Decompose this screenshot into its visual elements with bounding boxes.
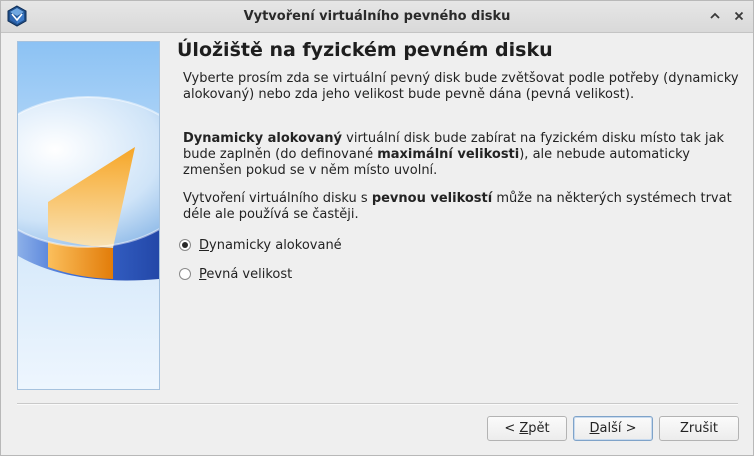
radio-fixed-size[interactable]: Pevná velikost: [179, 265, 292, 283]
radio-label: Dynamicky alokované: [199, 237, 342, 253]
title-bar[interactable]: Vytvoření virtuálního pevného disku: [1, 1, 753, 33]
fixed-description-paragraph: Vytvoření virtuálního disku s pevnou vel…: [183, 191, 743, 223]
cancel-button[interactable]: Zrušit: [659, 416, 739, 441]
intro-paragraph: Vyberte prosím zda se virtuální pevný di…: [183, 71, 739, 102]
radio-label: Pevná velikost: [199, 266, 293, 282]
page-title: Úložiště na fyzickém pevném disku: [177, 39, 553, 61]
radio-button[interactable]: [179, 268, 191, 280]
radio-button-selected[interactable]: [179, 239, 191, 251]
chevron-up-icon[interactable]: [707, 8, 723, 24]
radio-dynamically-allocated[interactable]: Dynamicky alokované: [179, 236, 342, 254]
hard-disk-illustration: [17, 41, 160, 390]
bold-max-size-term: maximální velikosti: [377, 147, 520, 162]
back-button[interactable]: < Zpět: [487, 416, 567, 441]
paragraph-text: Vytvoření virtuálního disku s: [183, 191, 372, 206]
next-button[interactable]: Další >: [573, 416, 653, 441]
bold-fixed-size-term: pevnou velikostí: [371, 191, 493, 206]
window-title: Vytvoření virtuálního pevného disku: [243, 9, 511, 24]
separator: [17, 403, 738, 405]
dialog-window: Vytvoření virtuálního pevného disku Úlož…: [0, 0, 754, 456]
bold-dynamic-term: Dynamicky alokovaný: [183, 131, 343, 146]
dynamic-description-paragraph: Dynamicky alokovaný virtuální disk bude …: [183, 131, 743, 179]
close-icon[interactable]: [731, 8, 747, 24]
